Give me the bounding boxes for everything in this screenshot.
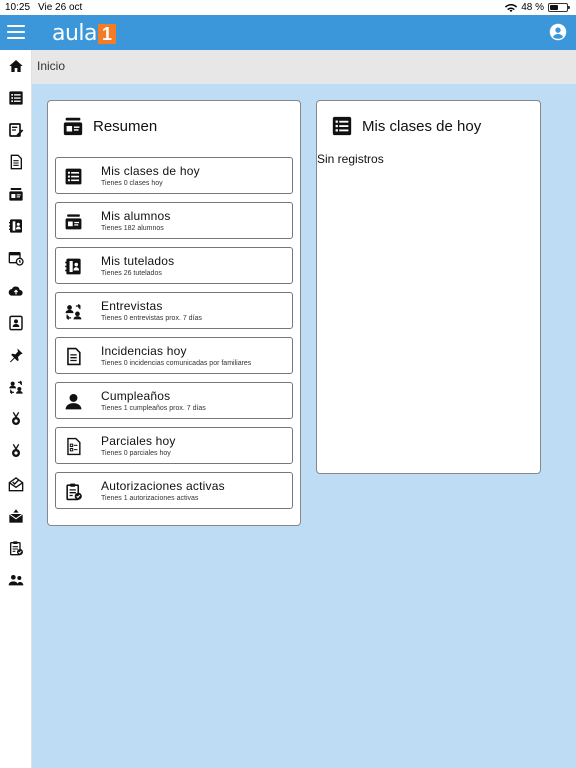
list-icon[interactable] bbox=[8, 90, 24, 106]
group-icon[interactable] bbox=[8, 572, 24, 588]
tile-title: Autorizaciones activas bbox=[101, 479, 225, 493]
today-classes-card: Mis clases de hoy Sin registros bbox=[316, 100, 541, 474]
breadcrumb: Inicio bbox=[32, 50, 576, 84]
summary-tile[interactable]: Mis clases de hoy Tienes 0 clases hoy bbox=[55, 157, 293, 194]
summary-tile[interactable]: Mis tutelados Tienes 26 tutelados bbox=[55, 247, 293, 284]
tile-subtitle: Tienes 0 incidencias comunicadas por fam… bbox=[101, 360, 252, 367]
empty-state-text: Sin registros bbox=[317, 152, 384, 166]
summary-tile[interactable]: Autorizaciones activas Tienes 1 autorizac… bbox=[55, 472, 293, 509]
contact-book-icon[interactable] bbox=[8, 218, 24, 234]
clipboard-check-icon[interactable] bbox=[8, 540, 24, 556]
battery-percent: 48 % bbox=[521, 2, 544, 13]
battery-icon bbox=[548, 3, 570, 12]
menu-icon[interactable] bbox=[7, 25, 25, 40]
contact-book-icon bbox=[64, 257, 83, 276]
tile-subtitle: Tienes 0 entrevistas prox. 7 días bbox=[101, 315, 202, 322]
list-icon bbox=[331, 115, 353, 137]
tile-title: Mis clases de hoy bbox=[101, 164, 200, 178]
status-time: 10:25 bbox=[5, 2, 31, 13]
status-right: 48 % bbox=[505, 2, 570, 13]
today-title: Mis clases de hoy bbox=[362, 117, 482, 135]
students-icon[interactable] bbox=[8, 186, 24, 202]
user-account-icon[interactable] bbox=[549, 23, 567, 41]
tile-subtitle: Tienes 1 cumpleaños prox. 7 días bbox=[101, 405, 206, 412]
students-icon bbox=[64, 212, 83, 231]
exam-icon bbox=[64, 437, 83, 456]
tile-title: Incidencias hoy bbox=[101, 344, 187, 358]
sidebar bbox=[0, 50, 32, 768]
cloud-upload-icon[interactable] bbox=[8, 283, 24, 299]
tile-title: Parciales hoy bbox=[101, 434, 176, 448]
edit-note-icon[interactable] bbox=[8, 122, 24, 138]
person-icon bbox=[64, 392, 83, 411]
tile-subtitle: Tienes 26 tutelados bbox=[101, 270, 162, 277]
calendar-clock-icon[interactable] bbox=[8, 250, 24, 266]
id-card-icon[interactable] bbox=[8, 315, 24, 331]
main-content: Resumen Mis clases de hoy Tienes 0 clases… bbox=[32, 84, 576, 768]
summary-tile[interactable]: Cumpleaños Tienes 1 cumpleaños prox. 7 dí… bbox=[55, 382, 293, 419]
students-icon bbox=[62, 115, 84, 137]
today-header: Mis clases de hoy bbox=[331, 115, 481, 137]
clipboard-check-icon bbox=[64, 482, 83, 501]
tile-title: Entrevistas bbox=[101, 299, 163, 313]
medal-icon[interactable] bbox=[8, 443, 24, 459]
pin-icon[interactable] bbox=[8, 347, 24, 363]
document-icon[interactable] bbox=[8, 154, 24, 170]
summary-tile[interactable]: Parciales hoy Tienes 0 parciales hoy bbox=[55, 427, 293, 464]
summary-card: Resumen Mis clases de hoy Tienes 0 clases… bbox=[47, 100, 301, 526]
wifi-icon bbox=[505, 3, 518, 12]
tile-subtitle: Tienes 182 alumnos bbox=[101, 225, 164, 232]
exchange-users-icon bbox=[64, 302, 83, 321]
summary-title: Resumen bbox=[93, 117, 158, 135]
tile-title: Mis alumnos bbox=[101, 209, 171, 223]
summary-tile[interactable]: Mis alumnos Tienes 182 alumnos bbox=[55, 202, 293, 239]
app-bar: aula 1 bbox=[0, 15, 576, 50]
summary-tile[interactable]: Entrevistas Tienes 0 entrevistas prox. 7 … bbox=[55, 292, 293, 329]
medal-icon[interactable] bbox=[8, 411, 24, 427]
logo-mark: 1 bbox=[98, 24, 117, 44]
mail-icon[interactable] bbox=[8, 508, 24, 524]
tile-title: Cumpleaños bbox=[101, 389, 171, 403]
status-date: Vie 26 oct bbox=[38, 2, 83, 13]
tile-title: Mis tutelados bbox=[101, 254, 175, 268]
tile-subtitle: Tienes 1 autorizaciones activas bbox=[101, 495, 199, 502]
tile-subtitle: Tienes 0 clases hoy bbox=[101, 180, 163, 187]
logo-text: aula bbox=[52, 21, 98, 46]
summary-header: Resumen bbox=[62, 115, 157, 137]
app-logo: aula 1 bbox=[52, 21, 117, 46]
document-icon bbox=[64, 347, 83, 366]
list-icon bbox=[64, 167, 83, 186]
mail-open-icon[interactable] bbox=[8, 476, 24, 492]
tile-subtitle: Tienes 0 parciales hoy bbox=[101, 450, 171, 457]
exchange-users-icon[interactable] bbox=[8, 379, 24, 395]
status-bar: 10:25 Vie 26 oct 48 % bbox=[0, 0, 576, 15]
summary-tile[interactable]: Incidencias hoy Tienes 0 incidencias comu… bbox=[55, 337, 293, 374]
breadcrumb-current: Inicio bbox=[37, 59, 66, 73]
home-icon[interactable] bbox=[8, 58, 24, 74]
